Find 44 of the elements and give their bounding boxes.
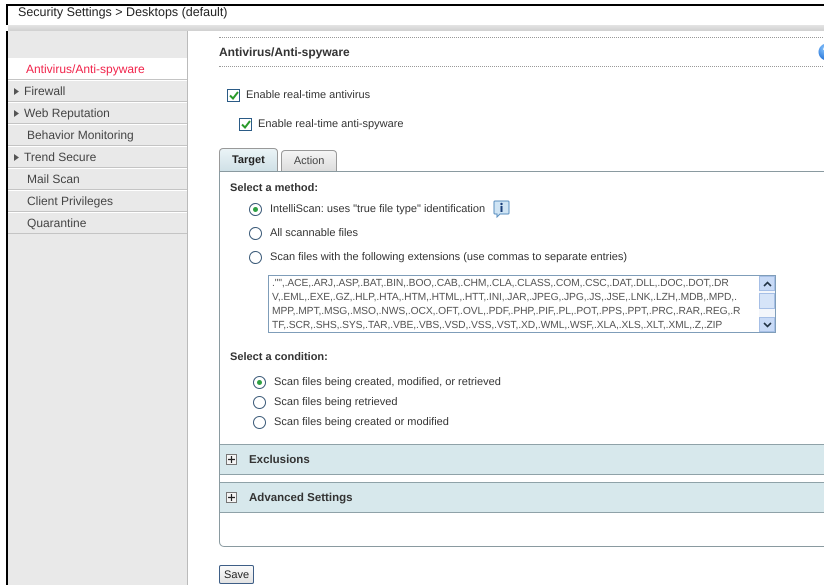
collapsible-section[interactable]: Advanced Settings bbox=[220, 482, 824, 513]
radio-label: Scan files with the following extensions (use commas to separate entries) bbox=[270, 251, 628, 263]
checkbox[interactable] bbox=[227, 88, 240, 102]
sidebar-item[interactable]: Mail Scan bbox=[8, 168, 187, 190]
caret-down-icon bbox=[762, 322, 772, 328]
section-title: Exclusions bbox=[249, 454, 310, 466]
scroll-up-button[interactable] bbox=[759, 276, 775, 291]
caret-up-icon bbox=[762, 280, 772, 286]
scroll-down-button[interactable] bbox=[759, 317, 775, 332]
section-heading: Select a condition: bbox=[230, 351, 329, 365]
radio-button[interactable] bbox=[249, 250, 262, 264]
radio-button[interactable] bbox=[253, 396, 266, 408]
sidebar-item[interactable]: Quarantine bbox=[8, 212, 187, 234]
sidebar-item[interactable]: Client Privileges bbox=[8, 190, 187, 212]
radio-button[interactable] bbox=[253, 376, 266, 388]
radio-label: Scan files being created or modified bbox=[274, 416, 449, 428]
radio-label: Scan files being retrieved bbox=[274, 396, 398, 408]
section-title: Advanced Settings bbox=[249, 492, 353, 504]
radio-label: Scan files being created, modified, or retrieved bbox=[274, 376, 501, 388]
sidebar-item[interactable]: Antivirus/Anti-spyware bbox=[8, 58, 187, 80]
save-button[interactable]: Save bbox=[219, 565, 254, 584]
checkbox[interactable] bbox=[239, 118, 252, 130]
sidebar-item[interactable]: Trend Secure bbox=[8, 146, 187, 168]
radio-button[interactable] bbox=[253, 416, 266, 428]
tab[interactable]: Action bbox=[280, 150, 338, 171]
checkbox-label: Enable real-time antivirus bbox=[246, 89, 370, 101]
sidebar-item[interactable]: Firewall bbox=[8, 80, 187, 102]
tab[interactable]: Target bbox=[219, 148, 278, 171]
sidebar-item[interactable]: Behavior Monitoring bbox=[8, 124, 187, 146]
checkbox-label: Enable real-time anti-spyware bbox=[258, 118, 404, 130]
radio-button[interactable] bbox=[249, 202, 262, 216]
sidebar-item[interactable]: Web Reputation bbox=[8, 102, 187, 124]
extensions-field[interactable]: ."",.ACE,.ARJ,.ASP,.BAT,.BIN,.BOO,.CAB,.CHM,.CLA,.CLASS,.COM,.CSC,.DAT,.DLL,.DOC,.DOT,.DR V,.EML,.EXE,.GZ,.HLP,.HTA,.HTM,.HTML,.HTT,.INI,.JAR,.JPEG,.JPG,.JS,.JSE,.LNK,.LZH,.MDB,.MPD,. MPP,.MPT,.MSG,.MSO,.NWS,.OCX,.OFT,.OVL,.PDF,.PHP,.PIF,.PL,.POT,.PPS,.PPT,.PRC,.RAR,.REG,.R TF,.SCR,.SHS,.SYS,.TAR,.VBE,.VBS,.VSD,.VSS,.VST,.XD,.WML,.WSF,.XLA,.XLS,.XLT,.XML,.Z,.ZIP bbox=[268, 275, 776, 333]
radio-label: All scannable files bbox=[270, 227, 358, 239]
section-heading: Select a method: bbox=[230, 182, 320, 196]
radio-label: IntelliScan: uses "true file type" identification bbox=[270, 203, 486, 215]
expand-icon[interactable] bbox=[226, 454, 237, 465]
breadcrumb: Security Settings > Desktops (default) bbox=[18, 5, 228, 19]
expand-icon[interactable] bbox=[226, 492, 237, 503]
page-title: Antivirus/Anti-spyware bbox=[219, 45, 350, 59]
info-icon[interactable] bbox=[493, 200, 510, 218]
scrollbar[interactable] bbox=[759, 276, 775, 332]
collapsible-section[interactable]: Exclusions bbox=[220, 444, 824, 475]
radio-button[interactable] bbox=[249, 226, 262, 240]
